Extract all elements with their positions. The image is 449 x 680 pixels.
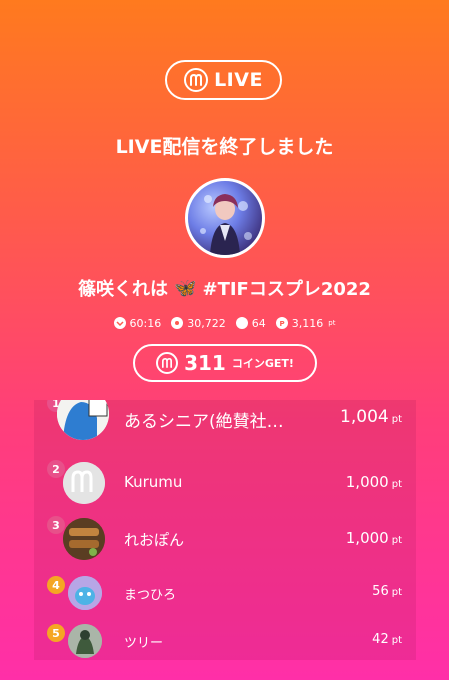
- user-points: 42 pt: [372, 632, 402, 647]
- rank-badge: 4: [47, 576, 65, 594]
- stat-viewers: 30,722: [171, 317, 226, 330]
- user-avatar[interactable]: [63, 518, 105, 560]
- user-avatar[interactable]: [63, 462, 105, 504]
- svg-text:P: P: [279, 320, 284, 327]
- user-name: あるシニア(絶賛社…: [124, 412, 284, 432]
- user-points: 1,000 pt: [346, 473, 402, 491]
- duration-value: 60:16: [129, 316, 162, 330]
- points-number: 1,004: [340, 407, 389, 427]
- points-unit: pt: [391, 479, 402, 490]
- ranking-row[interactable]: 1 あるシニア(絶賛社… 1,004 pt: [34, 400, 416, 440]
- viewers-icon: [171, 317, 184, 329]
- points-unit: pt: [328, 319, 336, 327]
- comment-icon: [235, 317, 248, 329]
- ranking-row[interactable]: 4 まつひろ 56 pt: [34, 572, 416, 612]
- live-badge: LIVE: [165, 60, 282, 100]
- points-unit: pt: [391, 535, 402, 546]
- points-number: 42: [372, 632, 389, 647]
- user-avatar[interactable]: [57, 400, 109, 440]
- clock-icon: [113, 317, 126, 329]
- viewers-value: 30,722: [187, 316, 226, 330]
- points-number: 56: [372, 584, 389, 599]
- user-name: Kurumu: [124, 473, 183, 491]
- points-unit: pt: [391, 635, 402, 646]
- points-value: 3,116: [291, 316, 324, 330]
- comments-value: 64: [251, 316, 266, 330]
- user-points: 56 pt: [372, 584, 402, 599]
- coins-amount: 311: [184, 351, 226, 375]
- user-avatar[interactable]: [68, 624, 102, 658]
- streamer-name: 篠咲くれは: [78, 279, 169, 300]
- gift-ranking-list[interactable]: 1 あるシニア(絶賛社… 1,004 pt 2 Kurumu 1,000 pt 3 …: [34, 400, 416, 660]
- user-points: 1,000 pt: [346, 529, 402, 547]
- stat-points: P 3,116 pt: [275, 316, 336, 330]
- stat-duration: 60:16: [113, 316, 162, 330]
- rank-badge: 3: [47, 516, 65, 534]
- butterfly-emoji: 🦋: [174, 277, 197, 299]
- ranking-row[interactable]: 3 れおぽん 1,000 pt: [34, 514, 416, 564]
- points-number: 1,000: [345, 529, 389, 547]
- points-unit: pt: [391, 414, 402, 425]
- points-number: 1,000: [345, 473, 389, 491]
- streamer-avatar[interactable]: [185, 178, 265, 258]
- user-name: ツリー: [124, 636, 164, 651]
- live-label: LIVE: [214, 69, 263, 91]
- coin-icon: [156, 352, 179, 374]
- stream-title: 篠咲くれは 🦋 #TIFコスプレ2022: [0, 274, 449, 302]
- rank-badge: 2: [47, 460, 65, 478]
- user-points: 1,004 pt: [340, 407, 402, 427]
- page-title: LIVE配信を終了しました: [115, 135, 334, 158]
- user-name: まつひろ: [124, 588, 177, 603]
- points-unit: pt: [391, 587, 402, 598]
- stream-tag: #TIFコスプレ2022: [202, 279, 371, 300]
- user-name: れおぽん: [124, 531, 185, 549]
- stream-stats: 60:16 30,722 64 P 3,116 pt: [0, 314, 449, 332]
- coins-suffix: コインGET!: [231, 357, 294, 370]
- ranking-row[interactable]: 2 Kurumu 1,000 pt: [34, 458, 416, 508]
- rank-badge: 5: [47, 624, 65, 642]
- point-icon: P: [275, 317, 288, 329]
- mirrativ-logo-icon: [184, 68, 209, 92]
- coins-earned-badge: 311 コインGET!: [133, 344, 317, 382]
- stat-comments: 64: [235, 316, 266, 330]
- ranking-row[interactable]: 5 ツリー 42 pt: [34, 620, 416, 660]
- user-avatar[interactable]: [68, 576, 102, 610]
